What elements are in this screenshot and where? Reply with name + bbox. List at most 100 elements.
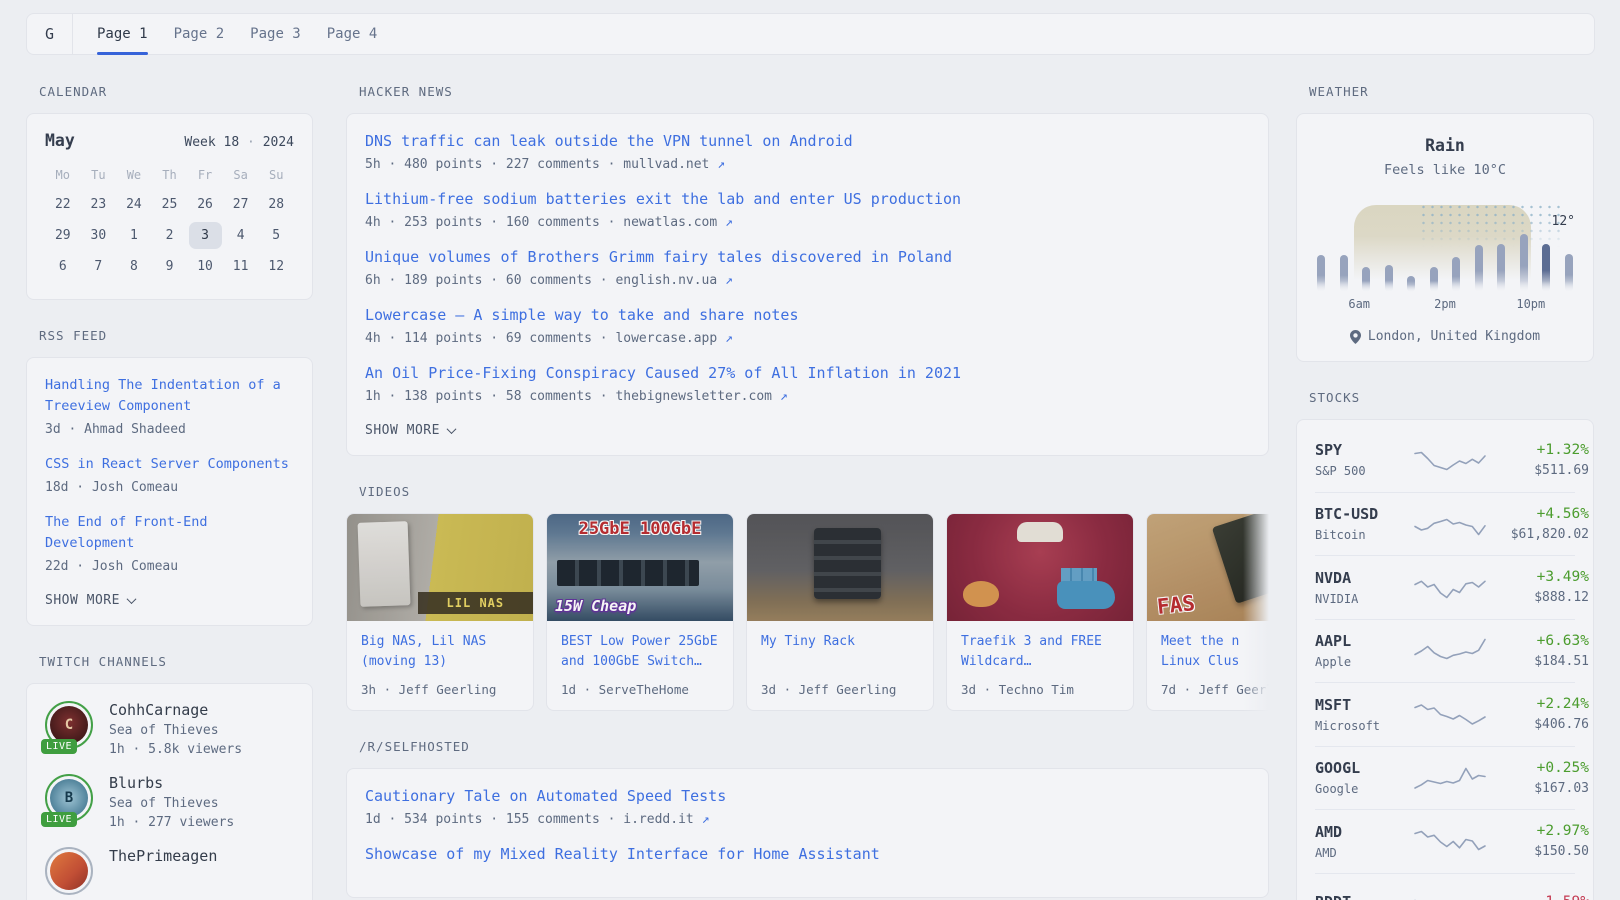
thumbnail-caption: 15W Cheap [555, 597, 636, 615]
x-tick-label: 2pm [1434, 297, 1456, 311]
stock-price: $61,820.02 [1487, 527, 1589, 542]
day-number-selected: 3 [189, 222, 222, 249]
stock-row[interactable]: AAPL Apple +6.63% $184.51 [1315, 619, 1575, 683]
twitch-channel-name[interactable]: CohhCarnage [109, 701, 242, 719]
stock-row[interactable]: AMD AMD +2.97% $150.50 [1315, 809, 1575, 873]
video-title[interactable]: (moving 13) [361, 652, 519, 672]
video-title[interactable]: My Tiny Rack [761, 632, 919, 652]
rss-item-title[interactable]: The End of Front-End Development [45, 512, 294, 554]
hn-item-title[interactable]: DNS traffic can leak outside the VPN tun… [365, 131, 1250, 152]
day-number: 12 [260, 253, 293, 280]
calendar-day: 7 [81, 251, 117, 282]
tab-page-3[interactable]: Page 3 [250, 14, 301, 54]
calendar-day: 5 [258, 220, 294, 251]
rss-item-title[interactable]: Handling The Indentation of a Treeview C… [45, 375, 294, 417]
stock-row[interactable]: BTC-USD Bitcoin +4.56% $61,820.02 [1315, 492, 1575, 556]
tab-page-1[interactable]: Page 1 [97, 14, 148, 54]
stock-row[interactable]: RDDT -1.59% [1315, 873, 1575, 900]
video-title[interactable]: and 100GbE Switch… [561, 652, 719, 672]
stock-row[interactable]: NVDA NVIDIA +3.49% $888.12 [1315, 555, 1575, 619]
thumbnail-art [963, 581, 999, 607]
calendar-day: 8 [116, 251, 152, 282]
stock-price: $888.12 [1487, 590, 1589, 605]
reddit-item-title[interactable]: Cautionary Tale on Automated Speed Tests [365, 786, 1250, 807]
reddit-meta-text: 1d · 534 points · 155 comments · [365, 812, 623, 827]
video-thumbnail[interactable]: FAS [1147, 514, 1269, 621]
video-thumbnail[interactable] [747, 514, 933, 621]
twitch-section-label: TWITCH CHANNELS [39, 654, 313, 669]
videos-row: LIL NAS Big NAS, Lil NAS (moving 13) 3h … [346, 513, 1269, 711]
weather-location: London, United Kingdom [1315, 329, 1575, 344]
calendar-day: 24 [116, 189, 152, 220]
reddit-item-meta: 1d · 534 points · 155 comments · i.redd.… [365, 810, 1250, 829]
thumbnail-art [1057, 581, 1115, 609]
calendar-card: May Week 18 · 2024 Mo Tu We Th Fr Sa [26, 113, 313, 300]
stock-symbol: SPY [1315, 441, 1415, 459]
hn-show-more-button[interactable]: SHOW MORE [365, 423, 1250, 438]
weekday-label: Tu [81, 162, 117, 189]
calendar-day: 6 [45, 251, 81, 282]
twitch-card: C LIVE CohhCarnage Sea of Thieves 1h · 5… [26, 683, 313, 900]
hn-meta-text: 5h · 480 points · 227 comments · [365, 157, 623, 172]
video-thumbnail[interactable]: LIL NAS [347, 514, 533, 621]
dashboard-page: G Page 1 Page 2 Page 3 Page 4 CALENDAR M… [0, 0, 1620, 900]
top-navigation-bar: G Page 1 Page 2 Page 3 Page 4 [26, 13, 1595, 55]
video-thumbnail[interactable]: 25GbE 100GbE 15W Cheap [547, 514, 733, 621]
hn-item-title[interactable]: Unique volumes of Brothers Grimm fairy t… [365, 247, 1250, 268]
twitch-channel-name[interactable]: ThePrimeagen [109, 847, 217, 865]
hackernews-section: HACKER NEWS DNS traffic can leak outside… [346, 84, 1269, 456]
video-thumbnail[interactable] [947, 514, 1133, 621]
hn-item-title[interactable]: An Oil Price-Fixing Conspiracy Caused 27… [365, 363, 1250, 384]
calendar-day: 25 [152, 189, 188, 220]
twitch-channel-meta: 1h · 277 viewers [109, 815, 234, 830]
day-number: 6 [46, 253, 79, 280]
app-logo[interactable]: G [27, 14, 73, 54]
thumbnail-art [358, 521, 411, 607]
video-title[interactable]: Big NAS, Lil NAS [361, 632, 519, 652]
video-title[interactable]: Traefik 3 and FREE [961, 632, 1119, 652]
twitch-avatar: B LIVE [45, 774, 93, 822]
calendar-day: 27 [223, 189, 259, 220]
thumbnail-art [814, 528, 881, 599]
video-title[interactable]: BEST Low Power 25GbE [561, 632, 719, 652]
tab-page-4[interactable]: Page 4 [327, 14, 378, 54]
day-number: 1 [117, 222, 150, 249]
twitch-channel-row[interactable]: ThePrimeagen [45, 847, 294, 895]
video-title[interactable]: Wildcard… [961, 652, 1119, 672]
weather-section-label: WEATHER [1309, 84, 1594, 99]
weekday-label: Mo [45, 162, 81, 189]
stock-row[interactable]: SPY S&P 500 +1.32% $511.69 [1315, 428, 1575, 492]
stock-row[interactable]: GOOGL Google +0.25% $167.03 [1315, 746, 1575, 810]
day-number: 29 [46, 222, 79, 249]
reddit-item-title[interactable]: Showcase of my Mixed Reality Interface f… [365, 844, 1250, 865]
tab-page-2[interactable]: Page 2 [174, 14, 225, 54]
twitch-channel-row[interactable]: C LIVE CohhCarnage Sea of Thieves 1h · 5… [45, 701, 294, 757]
stock-name: NVIDIA [1315, 592, 1415, 606]
hn-item-meta: 4h · 253 points · 160 comments · newatla… [365, 213, 1250, 232]
reddit-card: Cautionary Tale on Automated Speed Tests… [346, 768, 1269, 898]
stock-change: +3.49% [1487, 569, 1589, 585]
stock-symbol: BTC-USD [1315, 505, 1415, 523]
rss-show-more-button[interactable]: SHOW MORE [45, 593, 294, 608]
twitch-channel-name[interactable]: Blurbs [109, 774, 234, 792]
stock-change: -1.59% [1487, 894, 1589, 900]
stock-sparkline [1415, 573, 1487, 601]
video-title[interactable]: Meet the n [1161, 632, 1269, 652]
rss-item-title[interactable]: CSS in React Server Components [45, 454, 294, 475]
stock-row[interactable]: MSFT Microsoft +2.24% $406.76 [1315, 682, 1575, 746]
hn-item-meta: 6h · 189 points · 60 comments · english.… [365, 271, 1250, 290]
twitch-channel-row[interactable]: B LIVE Blurbs Sea of Thieves 1h · 277 vi… [45, 774, 294, 830]
day-number: 25 [153, 191, 186, 218]
stock-symbol: MSFT [1315, 696, 1415, 714]
hn-meta-text: 4h · 114 points · 69 comments · [365, 331, 615, 346]
hn-item-title[interactable]: Lowercase – A simple way to take and sha… [365, 305, 1250, 326]
stock-sparkline [1415, 700, 1487, 728]
hn-item-title[interactable]: Lithium-free sodium batteries exit the l… [365, 189, 1250, 210]
stock-sparkline [1415, 446, 1487, 474]
video-title[interactable]: Linux Clus [1161, 652, 1269, 672]
reddit-item: Cautionary Tale on Automated Speed Tests… [365, 786, 1250, 829]
avatar [50, 852, 88, 890]
twitch-channel-game: Sea of Thieves [109, 796, 234, 811]
weather-x-axis: 6am 2pm 10pm [1315, 297, 1575, 314]
weekday-label: Th [152, 162, 188, 189]
